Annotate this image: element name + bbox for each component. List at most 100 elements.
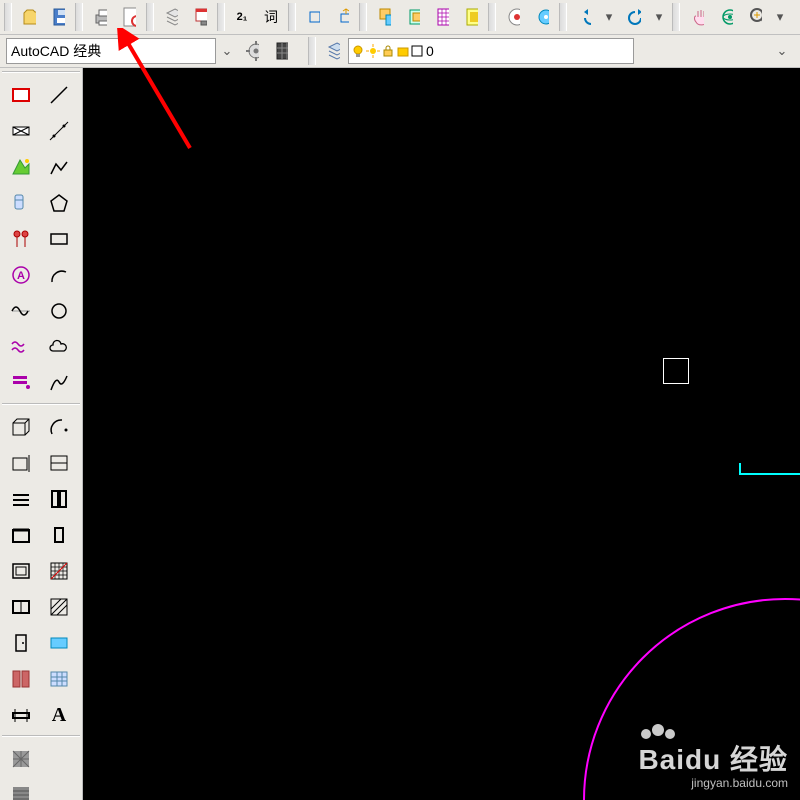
workspace-select[interactable] <box>6 38 216 64</box>
workspace-dropdown-icon[interactable]: ⌄ <box>217 39 237 63</box>
move-icon[interactable] <box>328 3 356 31</box>
sun-icon <box>366 44 380 58</box>
circle-icon[interactable] <box>41 293 77 329</box>
lines3-icon[interactable] <box>3 481 39 517</box>
toolbar-separator <box>308 37 316 65</box>
polygon-icon[interactable] <box>41 185 77 221</box>
redo-icon[interactable] <box>620 3 648 31</box>
undo-dropdown-icon[interactable]: ▾ <box>599 5 619 29</box>
bulb-icon <box>351 44 365 58</box>
layer-select[interactable]: 0 <box>348 38 634 64</box>
main-area: A A Baidu 经验 jingyan.baidu.com <box>0 68 800 800</box>
layer-name: 0 <box>426 43 631 59</box>
arc2-icon[interactable] <box>41 409 77 445</box>
main-toolbar: 2₁ 词 ▾ ▾ ▾ <box>0 0 800 35</box>
pan-icon[interactable] <box>683 3 711 31</box>
rect-fill-icon[interactable] <box>41 625 77 661</box>
green-fill-icon[interactable] <box>3 149 39 185</box>
block-edit-icon[interactable] <box>399 3 427 31</box>
orbit-icon[interactable] <box>712 3 740 31</box>
region-icon[interactable] <box>457 3 485 31</box>
toolbar-separator <box>672 3 680 31</box>
line-icon[interactable] <box>41 77 77 113</box>
open-icon[interactable] <box>15 3 43 31</box>
table-icon[interactable] <box>499 3 527 31</box>
tag-icon[interactable] <box>3 185 39 221</box>
toolbar-separator <box>217 3 225 31</box>
tex2-icon[interactable] <box>3 777 39 800</box>
star-icon[interactable] <box>528 3 556 31</box>
color-swatch-icon <box>411 45 423 57</box>
left-tool-palettes: A A <box>0 68 83 800</box>
hatch4-icon[interactable] <box>3 661 39 697</box>
layer-dropdown-icon[interactable]: ⌄ <box>772 39 792 63</box>
door-icon[interactable] <box>3 625 39 661</box>
watermark: Baidu 经验 jingyan.baidu.com <box>638 738 788 790</box>
spline-icon[interactable] <box>41 365 77 401</box>
stretch-icon[interactable] <box>299 3 327 31</box>
print-icon[interactable] <box>86 3 114 31</box>
wave-icon[interactable] <box>3 329 39 365</box>
toolbar-separator <box>146 3 154 31</box>
hatch2-icon[interactable] <box>41 553 77 589</box>
polyline-icon[interactable] <box>41 149 77 185</box>
dim-style-icon[interactable]: 2₁ <box>228 3 256 31</box>
hatch3-icon[interactable] <box>41 589 77 625</box>
cyan-marker <box>739 463 741 473</box>
toolbar-separator <box>75 3 83 31</box>
stack-icon[interactable] <box>3 365 39 401</box>
toolbar-separator <box>288 3 296 31</box>
text-A-icon[interactable]: A <box>41 697 77 733</box>
palette-separator <box>2 735 80 737</box>
redo-dropdown-icon[interactable]: ▾ <box>649 5 669 29</box>
workspace-toolbar: ⌄ 0 ⌄ <box>0 35 800 68</box>
zoom-icon[interactable] <box>741 3 769 31</box>
toolbar-separator <box>359 3 367 31</box>
beam-icon[interactable] <box>3 697 39 733</box>
frame3-icon[interactable] <box>3 553 39 589</box>
zoom-dropdown-icon[interactable]: ▾ <box>770 5 790 29</box>
properties-icon[interactable] <box>186 3 214 31</box>
cursor-pickbox <box>663 358 689 384</box>
undo-icon[interactable] <box>570 3 598 31</box>
layer-state-icons <box>351 44 423 58</box>
text-style-icon[interactable]: 词 <box>257 3 285 31</box>
lock-icon <box>381 44 395 58</box>
watermark-url: jingyan.baidu.com <box>638 776 788 790</box>
plot-preview-icon[interactable] <box>115 3 143 31</box>
col-icon[interactable] <box>41 481 77 517</box>
block-insert-icon[interactable] <box>370 3 398 31</box>
palette-separator <box>2 71 80 73</box>
toolbar-separator <box>488 3 496 31</box>
grid-icon[interactable] <box>3 445 39 481</box>
window-icon[interactable] <box>3 589 39 625</box>
layer-manager-icon[interactable] <box>319 37 347 65</box>
cyan-line <box>739 473 800 475</box>
workspace-settings-icon[interactable] <box>238 37 266 65</box>
svg-text:A: A <box>17 270 25 282</box>
red-box-icon[interactable] <box>3 77 39 113</box>
toolbar-separator <box>4 3 12 31</box>
sine-icon[interactable] <box>3 293 39 329</box>
cloud-icon[interactable] <box>41 329 77 365</box>
tex1-icon[interactable] <box>3 741 39 777</box>
layers-icon[interactable] <box>157 3 185 31</box>
table-icon[interactable] <box>41 661 77 697</box>
arc-icon[interactable] <box>41 257 77 293</box>
wall-icon[interactable] <box>41 445 77 481</box>
grid-settings-icon[interactable] <box>267 37 295 65</box>
rectangle-icon[interactable] <box>41 221 77 257</box>
xline-icon[interactable] <box>41 113 77 149</box>
palette-separator <box>2 403 80 405</box>
drawing-canvas[interactable]: Baidu 经验 jingyan.baidu.com <box>83 68 800 800</box>
frame-icon[interactable] <box>3 517 39 553</box>
save-icon[interactable] <box>44 3 72 31</box>
frame2-icon[interactable] <box>41 517 77 553</box>
hatch-x-icon[interactable] <box>3 113 39 149</box>
toolbar-separator <box>559 3 567 31</box>
text-a-icon[interactable]: A <box>3 257 39 293</box>
box3d-icon[interactable] <box>3 409 39 445</box>
cube-icon <box>396 44 410 58</box>
hatch-icon[interactable] <box>428 3 456 31</box>
dims-icon[interactable] <box>3 221 39 257</box>
